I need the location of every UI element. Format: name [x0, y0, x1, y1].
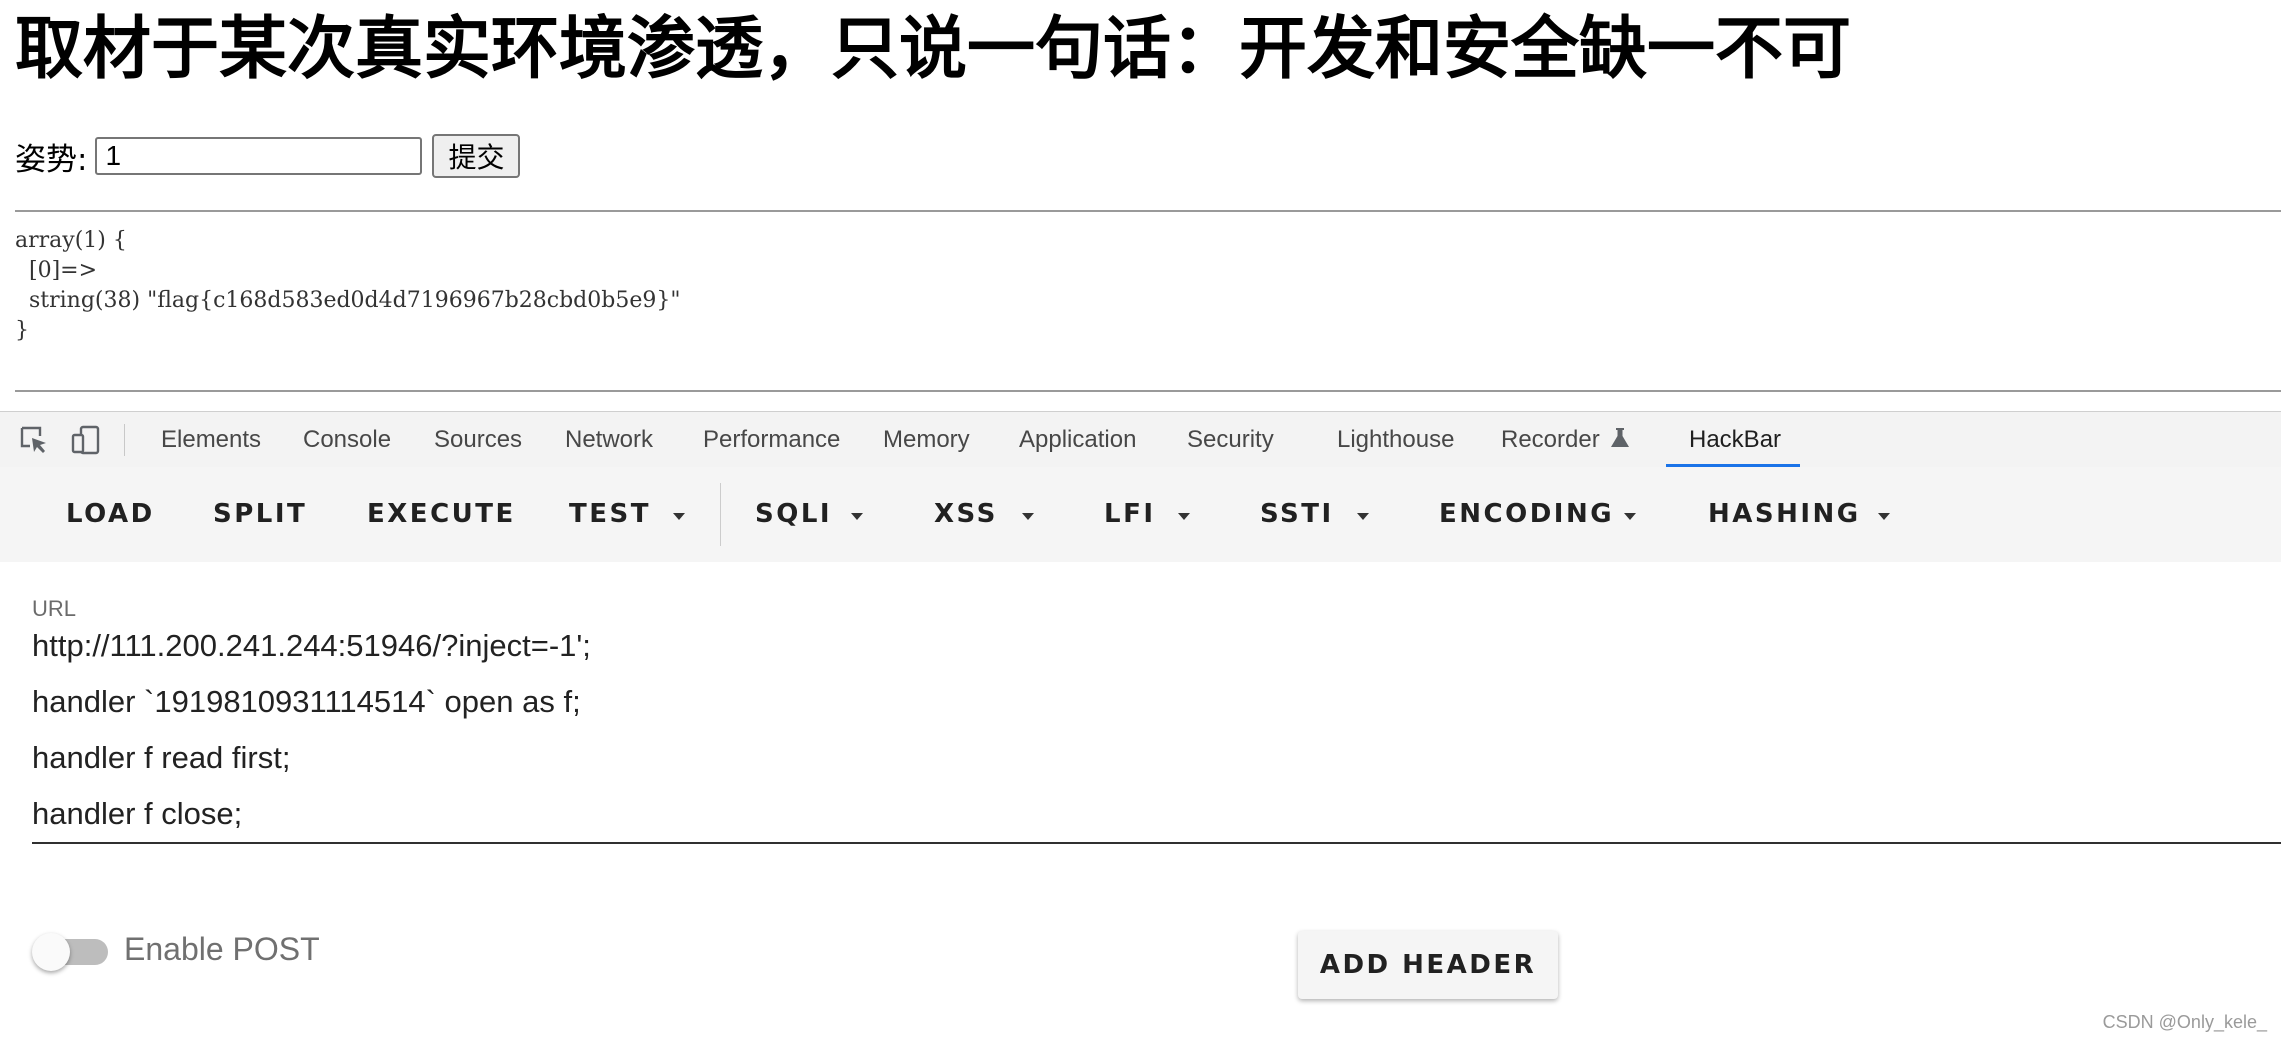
tab-network[interactable]: Network	[565, 412, 653, 467]
chevron-down-icon	[1878, 513, 1890, 520]
tab-sources[interactable]: Sources	[434, 412, 522, 467]
tab-performance[interactable]: Performance	[703, 412, 840, 467]
tab-recorder-label: Recorder	[1501, 426, 1600, 453]
inject-input[interactable]	[95, 137, 423, 175]
tab-memory[interactable]: Memory	[883, 412, 970, 467]
add-header-button[interactable]: ADD HEADER	[1298, 931, 1558, 999]
tab-console[interactable]: Console	[303, 412, 391, 467]
toolbar-separator	[124, 424, 125, 456]
url-textarea[interactable]: http://111.200.241.244:51946/?inject=-1'…	[32, 618, 2281, 842]
test-menu-button[interactable]: TEST	[569, 467, 651, 562]
split-button[interactable]: SPLIT	[213, 467, 307, 562]
chevron-down-icon	[1624, 513, 1636, 520]
enable-post-toggle[interactable]	[32, 933, 108, 971]
encoding-menu-button[interactable]: ENCODING	[1439, 467, 1614, 562]
web-page: 取材于某次真实环境渗透，只说一句话：开发和安全缺一不可 姿势: 提交 array…	[0, 0, 2281, 412]
hackbar-toolbar: LOAD SPLIT EXECUTE TEST SQLI XSS LFI SST…	[0, 467, 2281, 562]
tab-lighthouse[interactable]: Lighthouse	[1337, 412, 1454, 467]
chevron-down-icon	[673, 513, 685, 520]
watermark: CSDN @Only_kele_	[2102, 1012, 2267, 1032]
divider-top	[15, 210, 2281, 212]
submit-button[interactable]: 提交	[432, 134, 521, 178]
form-label: 姿势:	[15, 141, 88, 178]
tab-hackbar[interactable]: HackBar	[1689, 412, 1781, 467]
device-toolbar-icon[interactable]	[70, 424, 102, 456]
tab-recorder[interactable]: Recorder	[1501, 412, 1630, 467]
injection-form: 姿势: 提交	[15, 133, 521, 179]
page-title: 取材于某次真实环境渗透，只说一句话：开发和安全缺一不可	[15, 10, 1852, 89]
tab-elements[interactable]: Elements	[161, 412, 261, 467]
chevron-down-icon	[1022, 513, 1034, 520]
execute-button[interactable]: EXECUTE	[367, 467, 516, 562]
divider-bottom	[15, 390, 2281, 392]
chevron-down-icon	[1178, 513, 1190, 520]
chevron-down-icon	[851, 513, 863, 520]
lfi-menu-button[interactable]: LFI	[1104, 467, 1156, 562]
hashing-menu-button[interactable]: HASHING	[1708, 467, 1861, 562]
var-dump-output: array(1) { [0]=> string(38) "flag{c168d5…	[15, 228, 681, 343]
load-button[interactable]: LOAD	[66, 467, 155, 562]
chevron-down-icon	[1357, 513, 1369, 520]
devtools-tab-bar: Elements Console Sources Network Perform…	[0, 411, 2281, 468]
ssti-menu-button[interactable]: SSTI	[1260, 467, 1334, 562]
toolbar-divider	[720, 483, 721, 546]
toggle-thumb	[32, 933, 70, 971]
tab-application[interactable]: Application	[1019, 412, 1136, 467]
xss-menu-button[interactable]: XSS	[934, 467, 998, 562]
enable-post-label: Enable POST	[124, 931, 320, 967]
url-field-underline	[32, 842, 2281, 844]
inspect-element-icon[interactable]	[18, 424, 50, 456]
sqli-menu-button[interactable]: SQLI	[755, 467, 832, 562]
tab-security[interactable]: Security	[1187, 412, 1274, 467]
flask-icon	[1611, 428, 1630, 447]
